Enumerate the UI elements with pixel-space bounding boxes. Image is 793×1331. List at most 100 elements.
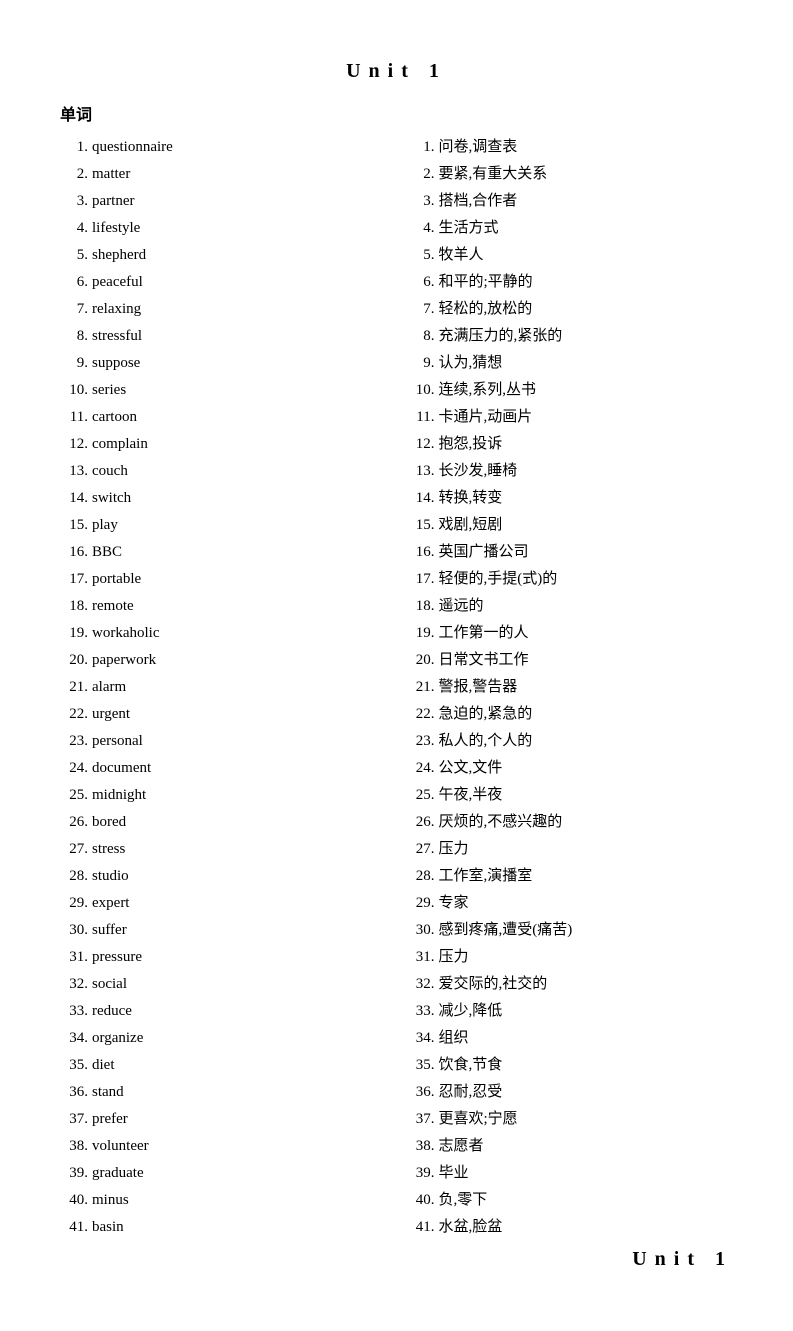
word-item: 29.expert <box>60 891 387 915</box>
translation-item: 30.感到疼痛,遭受(痛苦) <box>407 918 734 942</box>
word-number: 1. <box>60 135 88 159</box>
word-item: 41.basin <box>60 1215 387 1239</box>
translation-item: 14.转换,转变 <box>407 486 734 510</box>
trans-number: 7. <box>407 297 435 321</box>
word-english: portable <box>92 567 387 591</box>
word-english: graduate <box>92 1161 387 1185</box>
trans-number: 22. <box>407 702 435 726</box>
translation-item: 23.私人的,个人的 <box>407 729 734 753</box>
word-item: 38.volunteer <box>60 1134 387 1158</box>
word-item: 4.lifestyle <box>60 216 387 240</box>
trans-chinese: 牧羊人 <box>439 243 734 267</box>
trans-chinese: 忍耐,忍受 <box>439 1080 734 1104</box>
word-item: 15.play <box>60 513 387 537</box>
word-item: 23.personal <box>60 729 387 753</box>
trans-number: 14. <box>407 486 435 510</box>
word-english: matter <box>92 162 387 186</box>
trans-number: 19. <box>407 621 435 645</box>
page-title: Unit 1 <box>60 60 733 83</box>
trans-chinese: 要紧,有重大关系 <box>439 162 734 186</box>
trans-number: 26. <box>407 810 435 834</box>
trans-chinese: 急迫的,紧急的 <box>439 702 734 726</box>
word-item: 18.remote <box>60 594 387 618</box>
word-number: 8. <box>60 324 88 348</box>
word-english: stressful <box>92 324 387 348</box>
word-english: social <box>92 972 387 996</box>
word-item: 40.minus <box>60 1188 387 1212</box>
trans-number: 10. <box>407 378 435 402</box>
trans-number: 11. <box>407 405 435 429</box>
word-english: studio <box>92 864 387 888</box>
trans-chinese: 抱怨,投诉 <box>439 432 734 456</box>
translation-item: 1.问卷,调查表 <box>407 135 734 159</box>
trans-number: 34. <box>407 1026 435 1050</box>
word-number: 19. <box>60 621 88 645</box>
trans-chinese: 和平的;平静的 <box>439 270 734 294</box>
translation-item: 16.英国广播公司 <box>407 540 734 564</box>
word-number: 27. <box>60 837 88 861</box>
trans-number: 8. <box>407 324 435 348</box>
word-number: 4. <box>60 216 88 240</box>
word-item: 34.organize <box>60 1026 387 1050</box>
trans-chinese: 午夜,半夜 <box>439 783 734 807</box>
translation-item: 32.爱交际的,社交的 <box>407 972 734 996</box>
word-number: 28. <box>60 864 88 888</box>
trans-number: 5. <box>407 243 435 267</box>
trans-number: 18. <box>407 594 435 618</box>
trans-number: 2. <box>407 162 435 186</box>
translation-item: 18.遥远的 <box>407 594 734 618</box>
trans-chinese: 搭档,合作者 <box>439 189 734 213</box>
translation-item: 12.抱怨,投诉 <box>407 432 734 456</box>
word-item: 20.paperwork <box>60 648 387 672</box>
trans-number: 4. <box>407 216 435 240</box>
word-english: pressure <box>92 945 387 969</box>
translation-item: 36.忍耐,忍受 <box>407 1080 734 1104</box>
translation-item: 13.长沙发,睡椅 <box>407 459 734 483</box>
word-number: 29. <box>60 891 88 915</box>
translation-item: 15.戏剧,短剧 <box>407 513 734 537</box>
word-english: shepherd <box>92 243 387 267</box>
translation-item: 7.轻松的,放松的 <box>407 297 734 321</box>
word-english: complain <box>92 432 387 456</box>
translation-item: 17.轻便的,手提(式)的 <box>407 567 734 591</box>
trans-chinese: 工作室,演播室 <box>439 864 734 888</box>
translation-item: 8.充满压力的,紧张的 <box>407 324 734 348</box>
word-item: 17.portable <box>60 567 387 591</box>
trans-chinese: 日常文书工作 <box>439 648 734 672</box>
translation-item: 22.急迫的,紧急的 <box>407 702 734 726</box>
word-number: 14. <box>60 486 88 510</box>
word-number: 26. <box>60 810 88 834</box>
word-number: 11. <box>60 405 88 429</box>
trans-chinese: 感到疼痛,遭受(痛苦) <box>439 918 734 942</box>
translation-item: 40.负,零下 <box>407 1188 734 1212</box>
word-item: 3.partner <box>60 189 387 213</box>
word-item: 28.studio <box>60 864 387 888</box>
word-number: 38. <box>60 1134 88 1158</box>
word-number: 22. <box>60 702 88 726</box>
word-number: 40. <box>60 1188 88 1212</box>
section-title: 单词 <box>60 101 387 125</box>
word-number: 12. <box>60 432 88 456</box>
word-item: 30.suffer <box>60 918 387 942</box>
trans-chinese: 充满压力的,紧张的 <box>439 324 734 348</box>
trans-chinese: 组织 <box>439 1026 734 1050</box>
trans-number: 6. <box>407 270 435 294</box>
trans-chinese: 更喜欢;宁愿 <box>439 1107 734 1131</box>
word-number: 2. <box>60 162 88 186</box>
trans-number: 40. <box>407 1188 435 1212</box>
translation-item: 6.和平的;平静的 <box>407 270 734 294</box>
trans-number: 1. <box>407 135 435 159</box>
trans-number: 41. <box>407 1215 435 1239</box>
word-number: 9. <box>60 351 88 375</box>
trans-number: 24. <box>407 756 435 780</box>
word-english: bored <box>92 810 387 834</box>
translation-item: 34.组织 <box>407 1026 734 1050</box>
trans-chinese: 遥远的 <box>439 594 734 618</box>
trans-chinese: 压力 <box>439 945 734 969</box>
trans-chinese: 减少,降低 <box>439 999 734 1023</box>
translation-item: 31.压力 <box>407 945 734 969</box>
translation-item: 41.水盆,脸盆 <box>407 1215 734 1239</box>
trans-chinese: 水盆,脸盆 <box>439 1215 734 1239</box>
word-number: 36. <box>60 1080 88 1104</box>
trans-chinese: 饮食,节食 <box>439 1053 734 1077</box>
